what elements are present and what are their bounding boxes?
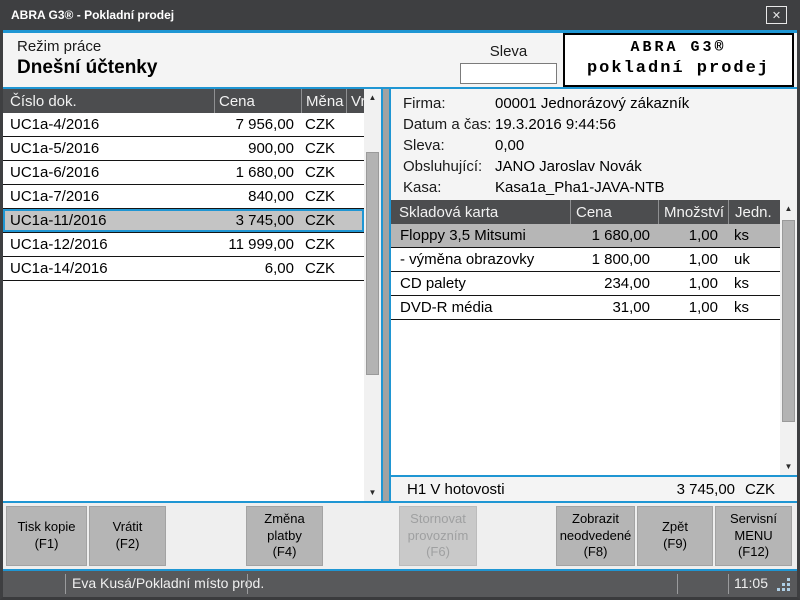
info-row: Sleva: 0,00 xyxy=(403,135,797,156)
DVD-R média[interactable]: DVD-R média 31,00 1,00 ks xyxy=(391,296,780,320)
- výměna obrazovky[interactable]: - výměna obrazovky 1 800,00 1,00 uk xyxy=(391,248,780,272)
col-cena: Cena xyxy=(214,89,301,113)
receipt-info: Firma: 00001 Jednorázový zákazník Datum … xyxy=(391,89,797,200)
receipt-row[interactable]: UC1a-4/2016 7 956,00 CZK xyxy=(3,113,364,137)
receipts-table-header: Číslo dok. Cena Měna Vr. xyxy=(3,89,364,113)
title-bar[interactable]: ABRA G3® - Pokladní prodej ✕ xyxy=(3,0,797,30)
col-mena: Měna xyxy=(301,89,346,113)
status-divider xyxy=(247,574,248,594)
receipts-scrollbar[interactable]: ▲ ▼ xyxy=(364,89,381,501)
col-mnozstvi: Množství xyxy=(658,200,728,224)
btn-zobrazit[interactable]: Zobrazitneodvedené(F8) xyxy=(556,506,635,566)
receipt-row[interactable]: UC1a-11/2016 3 745,00 CZK xyxy=(3,209,364,233)
receipts-scroll-thumb[interactable] xyxy=(366,152,379,375)
resize-grip-icon[interactable] xyxy=(777,578,790,591)
btn-vratit[interactable]: Vrátit(F2) xyxy=(89,506,166,566)
items-rows: Floppy 3,5 Mitsumi 1 680,00 1,00 ks - vý… xyxy=(391,224,780,320)
info-row: Obsluhující: JANO Jaroslav Novák xyxy=(403,156,797,177)
btn-servisni[interactable]: ServisníMENU(F12) xyxy=(715,506,792,566)
status-divider xyxy=(677,574,678,594)
CD palety[interactable]: CD palety 234,00 1,00 ks xyxy=(391,272,780,296)
receipt-row[interactable]: UC1a-6/2016 1 680,00 CZK xyxy=(3,161,364,185)
discount-label: Sleva xyxy=(460,43,557,60)
btn-zpet[interactable]: Zpět(F9) xyxy=(637,506,713,566)
col-jedn: Jedn. xyxy=(728,200,780,224)
close-icon: ✕ xyxy=(772,9,781,22)
header-panel: Režim práce Dnešní účtenky Sleva ABRA G3… xyxy=(3,33,797,87)
discount-input[interactable] xyxy=(460,63,557,84)
col-item-cena: Cena xyxy=(570,200,658,224)
scroll-down-icon[interactable]: ▼ xyxy=(780,458,797,475)
items-scroll-thumb[interactable] xyxy=(782,220,795,422)
status-bar: Eva Kusá/Pokladní místo prod. 11:05 xyxy=(3,571,797,597)
items-table-header: Skladová karta Cena Množství Jedn. xyxy=(391,200,780,224)
window-title: ABRA G3® - Pokladní prodej xyxy=(11,8,174,22)
function-button-bar: Tisk kopie(F1)Vrátit(F2) Změnaplatby(F4) S… xyxy=(3,503,797,569)
receipt-row[interactable]: UC1a-5/2016 900,00 CZK xyxy=(3,137,364,161)
receipt-row[interactable]: UC1a-14/2016 6,00 CZK xyxy=(3,257,364,281)
scroll-up-icon[interactable]: ▲ xyxy=(364,89,381,106)
col-vr: Vr. xyxy=(346,89,364,113)
btn-stornovat[interactable]: Stornovatprovozním(F6) xyxy=(399,506,477,566)
payment-total-row: H1 V hotovosti 3 745,00 CZK xyxy=(391,475,797,501)
app-window: ABRA G3® - Pokladní prodej ✕ Režim práce… xyxy=(0,0,800,600)
receipts-panel: Číslo dok. Cena Měna Vr. UC1a-4/2016 7 9… xyxy=(3,89,383,501)
status-user: Eva Kusá/Pokladní místo prod. xyxy=(72,575,264,591)
receipts-rows: UC1a-4/2016 7 956,00 CZK UC1a-5/2016 900… xyxy=(3,113,364,281)
status-divider xyxy=(728,574,729,594)
Floppy 3,5 Mitsumi[interactable]: Floppy 3,5 Mitsumi 1 680,00 1,00 ks xyxy=(391,224,780,248)
receipt-row[interactable]: UC1a-12/2016 11 999,00 CZK xyxy=(3,233,364,257)
col-skladova-karta: Skladová karta xyxy=(391,200,570,224)
abra-logo: ABRA G3® pokladní prodej xyxy=(563,33,794,87)
main-area: Číslo dok. Cena Měna Vr. UC1a-4/2016 7 9… xyxy=(3,87,797,503)
status-time: 11:05 xyxy=(734,575,768,591)
scroll-up-icon[interactable]: ▲ xyxy=(780,200,797,217)
status-divider xyxy=(65,574,66,594)
payment-method: H1 V hotovosti xyxy=(407,481,677,498)
btn-tisk-kopie[interactable]: Tisk kopie(F1) xyxy=(6,506,87,566)
col-cislo-dok: Číslo dok. xyxy=(3,89,214,113)
info-row: Kasa: Kasa1a_Pha1-JAVA-NTB xyxy=(403,177,797,198)
logo-line1: ABRA G3® xyxy=(565,39,792,56)
total-amount: 3 745,00 xyxy=(677,481,735,498)
scroll-down-icon[interactable]: ▼ xyxy=(364,484,381,501)
close-button[interactable]: ✕ xyxy=(766,6,787,24)
mode-label: Režim práce xyxy=(17,38,101,55)
info-row: Datum a čas: 19.3.2016 9:44:56 xyxy=(403,114,797,135)
detail-panel: Firma: 00001 Jednorázový zákazník Datum … xyxy=(389,89,797,501)
logo-line2: pokladní prodej xyxy=(565,59,792,78)
mode-value: Dnešní účtenky xyxy=(17,57,157,79)
info-row: Firma: 00001 Jednorázový zákazník xyxy=(403,93,797,114)
receipt-row[interactable]: UC1a-7/2016 840,00 CZK xyxy=(3,185,364,209)
items-scrollbar[interactable]: ▲ ▼ xyxy=(780,200,797,475)
items-area: Skladová karta Cena Množství Jedn. Flopp… xyxy=(391,200,797,475)
total-currency: CZK xyxy=(745,481,775,498)
btn-zmena-platby[interactable]: Změnaplatby(F4) xyxy=(246,506,323,566)
